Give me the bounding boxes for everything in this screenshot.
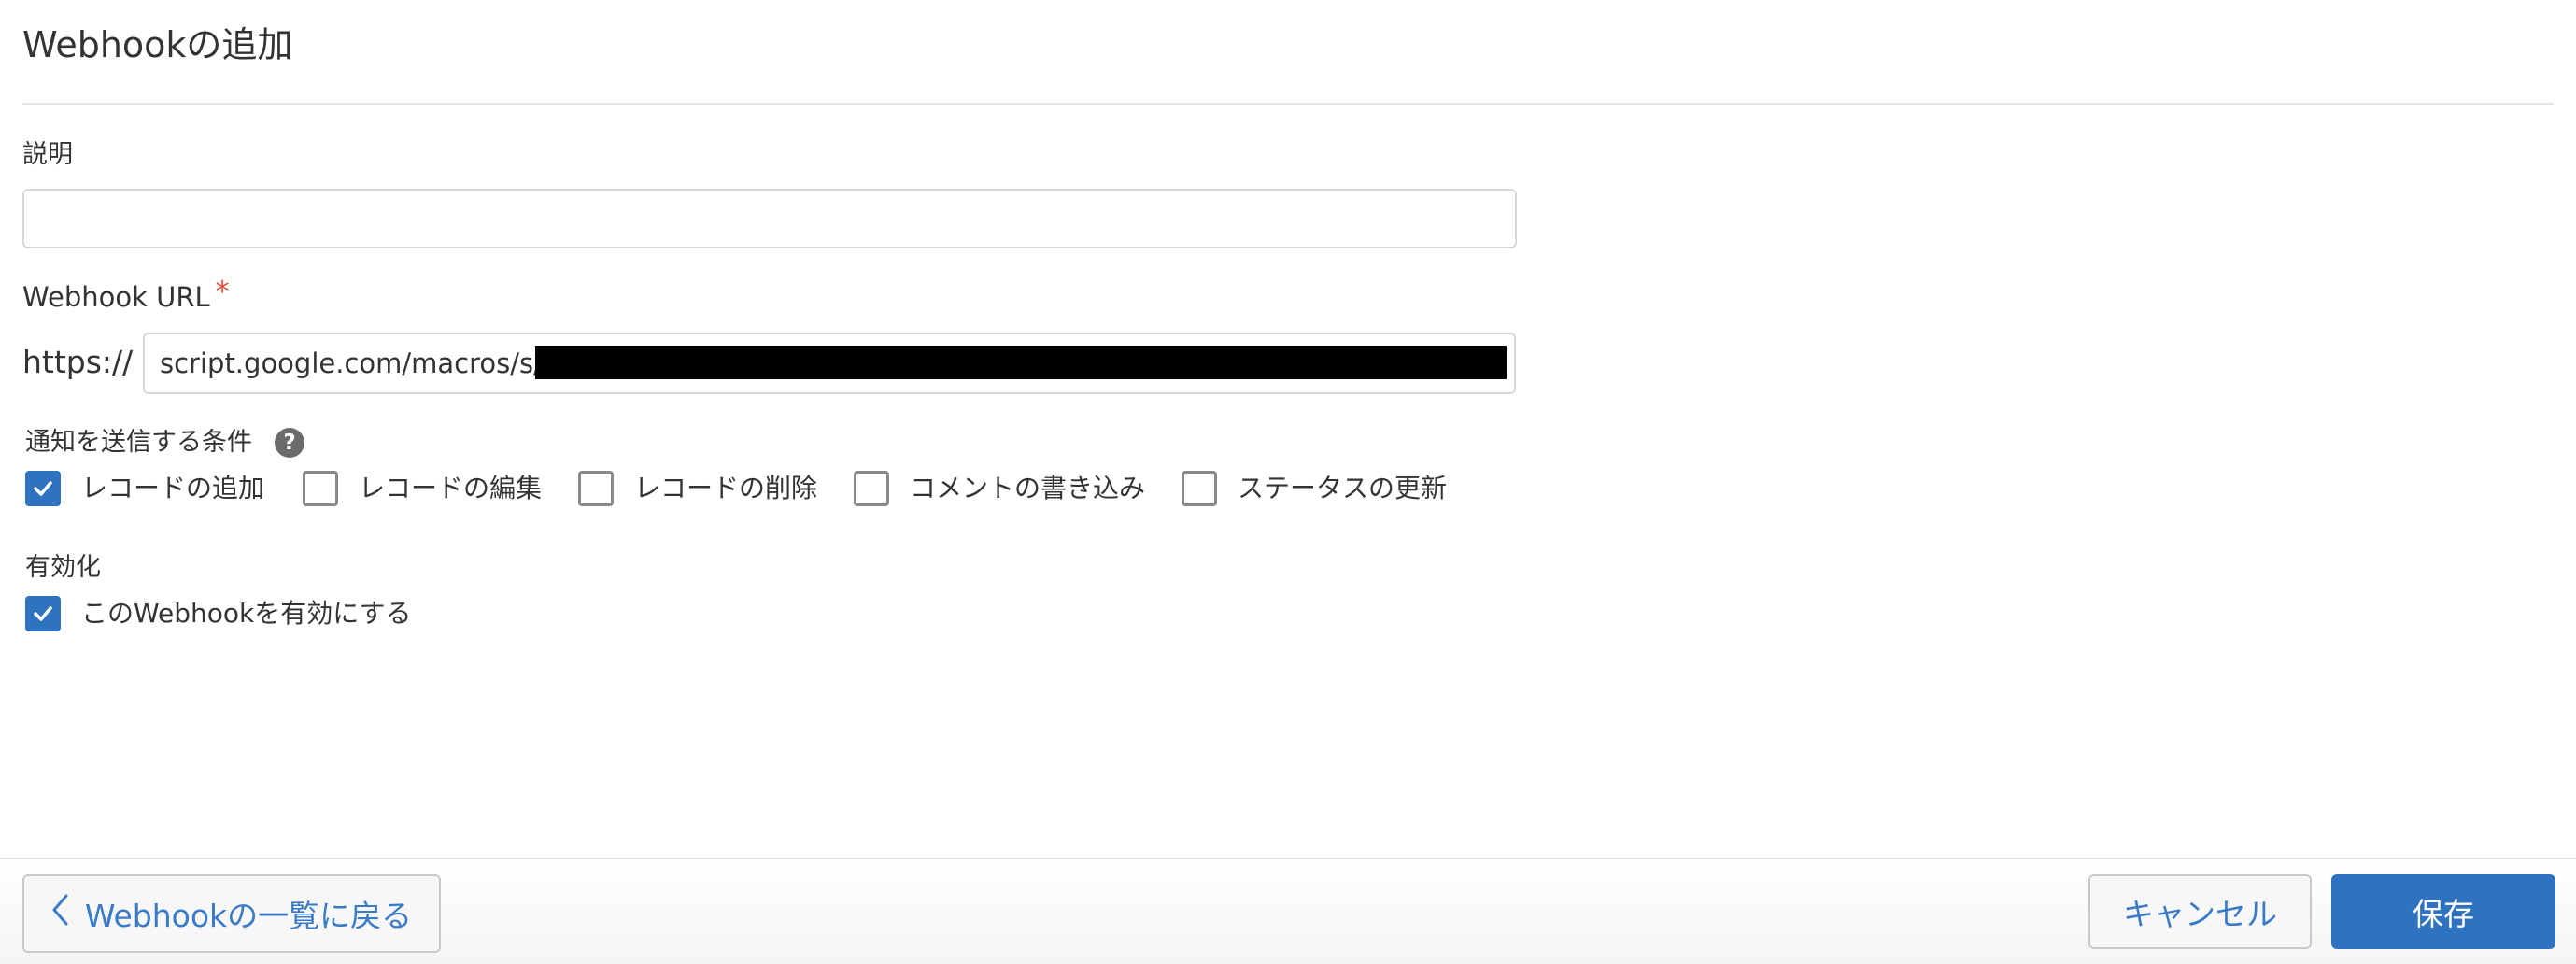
condition-option-label: レコードの追加: [81, 473, 265, 503]
help-icon[interactable]: ?: [275, 428, 304, 458]
webhook-url-label: Webhook URL *: [22, 276, 230, 315]
url-prefix: https://: [22, 344, 134, 380]
save-button[interactable]: 保存: [2331, 874, 2555, 949]
webhook-url-value: script.google.com/macros/s/: [160, 347, 543, 379]
back-button-label: Webhookの一覧に戻る: [84, 898, 413, 934]
enable-webhook-option[interactable]: このWebhookを有効にする: [25, 596, 412, 631]
condition-option-label: レコードの削除: [634, 473, 818, 503]
conditions-label: 通知を送信する条件: [25, 428, 252, 457]
cancel-button-label: キャンセル: [2123, 896, 2277, 932]
condition-option-comment[interactable]: コメントの書き込み: [854, 471, 1145, 506]
condition-option-record-add[interactable]: レコードの追加: [25, 471, 264, 506]
checkbox-unchecked-icon[interactable]: [303, 471, 338, 506]
cancel-button[interactable]: キャンセル: [2088, 874, 2312, 949]
title-divider: [22, 103, 2554, 105]
page-title: Webhookの追加: [22, 24, 293, 65]
webhook-url-label-text: Webhook URL: [22, 281, 210, 313]
checkbox-checked-icon[interactable]: [25, 596, 61, 631]
condition-option-record-delete[interactable]: レコードの削除: [578, 471, 817, 506]
webhook-url-input[interactable]: script.google.com/macros/s/: [143, 333, 1516, 394]
save-button-label: 保存: [2413, 896, 2474, 932]
condition-option-record-edit[interactable]: レコードの編集: [303, 471, 542, 506]
checkbox-unchecked-icon[interactable]: [578, 471, 614, 506]
condition-option-label: ステータスの更新: [1238, 473, 1448, 503]
description-input[interactable]: [22, 189, 1517, 248]
condition-option-label: コメントの書き込み: [910, 473, 1146, 503]
back-to-list-button[interactable]: Webhookの一覧に戻る: [22, 874, 441, 953]
checkbox-checked-icon[interactable]: [25, 471, 61, 506]
checkbox-unchecked-icon[interactable]: [854, 471, 889, 506]
condition-option-label: レコードの編集: [359, 473, 543, 503]
condition-option-status-update[interactable]: ステータスの更新: [1182, 471, 1447, 506]
webhook-add-page: Webhookの追加 説明 Webhook URL * https:// scri…: [0, 0, 2576, 964]
description-label: 説明: [22, 140, 73, 169]
enable-webhook-label: このWebhookを有効にする: [81, 598, 412, 629]
redacted-url-part: [535, 346, 1507, 379]
required-mark: *: [215, 276, 230, 308]
checkbox-unchecked-icon[interactable]: [1182, 471, 1217, 506]
enable-label: 有効化: [25, 553, 101, 582]
chevron-left-icon: [51, 894, 68, 933]
